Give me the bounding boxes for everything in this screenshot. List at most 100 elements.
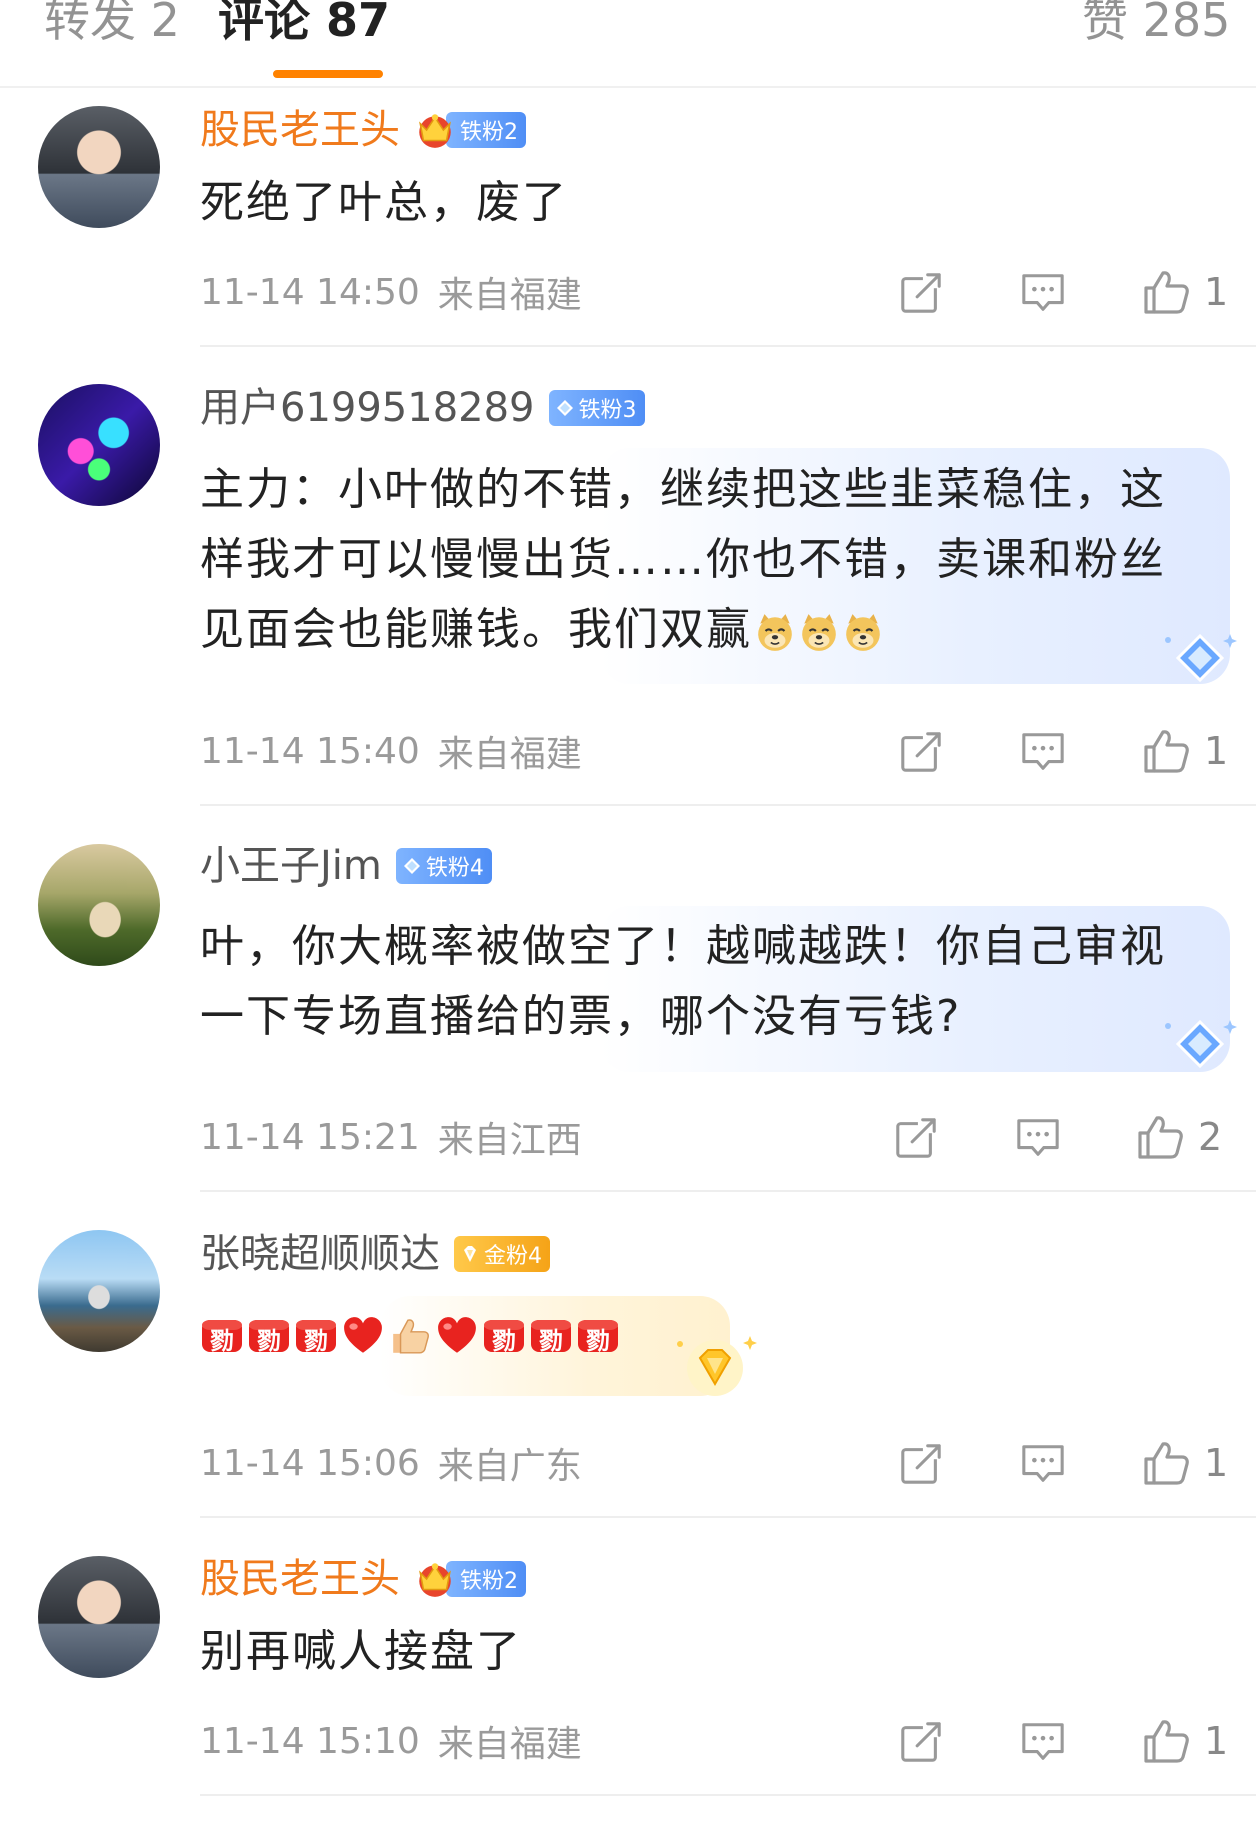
comment-text: 主力：小叶做的不错，继续把这些韭菜稳住，这样我才可以慢慢出货……你也不错，卖课和… — [200, 455, 1210, 665]
fan-badge-label: 铁粉4 — [425, 856, 484, 881]
like-icon — [1136, 1113, 1184, 1161]
username[interactable]: 张晓超顺顺达 — [200, 1229, 440, 1279]
sticker-emoji: 勠 — [529, 1316, 573, 1356]
sticker-label: 勠 — [539, 1327, 563, 1355]
like-icon — [1142, 727, 1190, 775]
like-count: 1 — [1204, 729, 1229, 773]
reply-icon — [1020, 270, 1066, 316]
like-button[interactable]: 2 — [1136, 1113, 1222, 1161]
diamond-icon — [402, 856, 422, 876]
sticker-label: 勠 — [492, 1327, 516, 1355]
fan-badge[interactable]: 铁粉3 — [548, 390, 645, 426]
doge-emoji — [842, 611, 884, 653]
comment-location: 来自福建 — [437, 734, 582, 775]
comment-location: 来自福建 — [437, 275, 582, 316]
sticker-label: 勠 — [304, 1327, 328, 1355]
share-button[interactable] — [893, 1115, 939, 1161]
like-count: 1 — [1204, 1441, 1229, 1485]
doge-emoji — [798, 611, 840, 653]
sticker-label: 勠 — [257, 1327, 281, 1355]
diamond-icon — [555, 398, 575, 418]
fan-badge-label: 金粉4 — [484, 1244, 542, 1269]
tab-reposts[interactable]: 转发 2 — [44, 0, 180, 48]
fan-badge[interactable]: 金粉4 — [454, 1236, 550, 1272]
divider — [200, 804, 1256, 806]
comment-time: 11-14 15:06 — [200, 1442, 420, 1484]
comment-time: 11-14 15:10 — [200, 1720, 420, 1762]
reply-button[interactable] — [1020, 1441, 1066, 1487]
avatar[interactable] — [38, 844, 160, 966]
tab-likes[interactable]: 赞 285 — [1082, 0, 1230, 48]
reply-button[interactable] — [1020, 270, 1066, 316]
share-icon — [898, 729, 944, 775]
fan-badge[interactable]: 铁粉4 — [395, 848, 492, 884]
comment-text-body: 主力：小叶做的不错，继续把这些韭菜稳住，这样我才可以慢慢出货……你也不错，卖课和… — [200, 464, 1166, 655]
like-icon — [1142, 1717, 1190, 1765]
reply-icon — [1020, 1719, 1066, 1765]
fan-badge-label: 铁粉3 — [578, 398, 637, 423]
share-icon — [893, 1115, 939, 1161]
divider — [200, 1190, 1256, 1192]
like-button[interactable]: 1 — [1142, 1439, 1228, 1487]
share-button[interactable] — [898, 1441, 944, 1487]
like-icon — [1142, 1439, 1190, 1487]
like-count: 2 — [1198, 1115, 1223, 1159]
sticker-emoji: 勠 — [482, 1316, 526, 1356]
fan-badge[interactable]: 铁粉2 — [446, 1561, 526, 1597]
sticker-emoji: 勠 — [247, 1316, 291, 1356]
thumbs-up-emoji — [388, 1315, 432, 1357]
share-icon — [898, 1719, 944, 1765]
share-button[interactable] — [898, 270, 944, 316]
username[interactable]: 股民老王头 — [200, 1554, 400, 1604]
heart-emoji — [341, 1315, 385, 1357]
fan-badge[interactable]: 铁粉2 — [446, 112, 526, 148]
comment-location: 来自福建 — [437, 1724, 582, 1765]
username[interactable]: 用户6199518289 — [200, 383, 535, 433]
doge-emoji — [754, 611, 796, 653]
like-button[interactable]: 1 — [1142, 268, 1228, 316]
divider — [200, 1794, 1256, 1796]
share-button[interactable] — [898, 1719, 944, 1765]
emoji-row: 勠 勠 勠 勠 勠 勠 — [200, 1312, 620, 1360]
fan-badge-label: 铁粉2 — [460, 120, 518, 145]
username[interactable]: 股民老王头 — [200, 105, 400, 155]
crown-icon — [414, 1558, 456, 1600]
sticker-emoji: 勠 — [294, 1316, 338, 1356]
crown-icon — [414, 109, 456, 151]
like-icon — [1142, 268, 1190, 316]
divider — [200, 345, 1256, 347]
sticker-label: 勠 — [586, 1327, 610, 1355]
avatar[interactable] — [38, 384, 160, 506]
reply-icon — [1015, 1115, 1061, 1161]
comment-text: 死绝了叶总，废了 — [200, 177, 568, 228]
like-button[interactable]: 1 — [1142, 727, 1228, 775]
username[interactable]: 小王子Jim — [200, 841, 382, 891]
reply-button[interactable] — [1020, 1719, 1066, 1765]
comment-location: 来自江西 — [437, 1120, 582, 1161]
share-icon — [898, 270, 944, 316]
like-count: 1 — [1204, 1719, 1229, 1763]
avatar[interactable] — [38, 106, 160, 228]
gem-icon — [460, 1244, 480, 1264]
comment-time: 11-14 14:50 — [200, 271, 420, 313]
tab-bar: 转发 2 评论 87 赞 285 — [0, 0, 1256, 88]
avatar[interactable] — [38, 1230, 160, 1352]
fan-badge-label: 铁粉2 — [460, 1569, 518, 1594]
like-button[interactable]: 1 — [1142, 1717, 1228, 1765]
sticker-label: 勠 — [210, 1327, 234, 1355]
share-button[interactable] — [898, 729, 944, 775]
like-count: 1 — [1204, 270, 1229, 314]
heart-emoji — [435, 1315, 479, 1357]
active-tab-indicator — [273, 70, 383, 78]
sticker-emoji: 勠 — [576, 1316, 620, 1356]
tab-comments[interactable]: 评论 87 — [218, 0, 390, 48]
share-icon — [898, 1441, 944, 1487]
gem-icon — [677, 1336, 757, 1396]
reply-button[interactable] — [1015, 1115, 1061, 1161]
comment-time: 11-14 15:21 — [200, 1116, 420, 1158]
comment-text: 别再喊人接盘了 — [200, 1626, 522, 1677]
reply-button[interactable] — [1020, 729, 1066, 775]
comment-location: 来自广东 — [437, 1446, 582, 1487]
avatar[interactable] — [38, 1556, 160, 1678]
reply-icon — [1020, 729, 1066, 775]
